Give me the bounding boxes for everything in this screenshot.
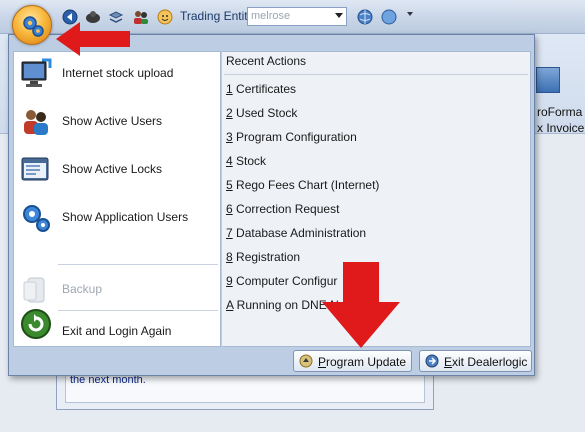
recent-item-key: 1 [226,82,233,96]
button-label: xit Dealerlogic [452,355,528,369]
recent-item-text: Program Configuration [232,130,357,144]
menu-item-label: Show Active Users [62,114,163,128]
recent-item-text: Correction Request [232,202,340,216]
ribbon-text-proforma: roForma [537,105,583,119]
lock-window-icon [21,157,49,181]
menu-item-label: Backup [62,282,103,296]
recent-item[interactable]: 4 Stock [226,154,266,168]
recent-actions-title: Recent Actions [226,54,307,68]
recent-item[interactable]: 7 Database Administration [226,226,366,240]
globe-icon[interactable] [357,9,373,25]
gears-icon [23,205,50,232]
monitor-upload-icon [21,58,52,87]
recent-item-key: 8 [226,250,233,264]
application-menu-button[interactable] [12,5,52,45]
recent-item[interactable]: 1 Certificates [226,82,296,96]
users-icon [24,110,48,135]
menu-item-show-application-users[interactable]: Show Application Users [14,196,220,240]
program-update-button[interactable]: Program Update [293,350,412,372]
update-icon [299,354,313,368]
recent-item-key: 2 [226,106,233,120]
recent-actions-divider [224,74,528,75]
recent-item-text: Database Administration [232,226,367,240]
exit-icon [425,354,439,368]
people-icon[interactable] [133,9,149,25]
menu-item-show-active-locks[interactable]: Show Active Locks [14,148,220,192]
proforma-invoice-icon[interactable] [536,67,560,93]
button-label: rogram Update [326,355,407,369]
exit-dealerlogic-button[interactable]: Exit Dealerlogic [419,350,532,372]
menu-item-exit-and-login-again[interactable]: Exit and Login Again [14,302,220,348]
recent-item-text: Rego Fees Chart (Internet) [232,178,380,192]
recent-item-key: 6 [226,202,233,216]
chevron-down-icon[interactable] [335,13,343,18]
ribbon-text-invoice: x Invoice [537,121,585,135]
circle-icon[interactable] [381,9,397,25]
recent-item-key: 3 [226,130,233,144]
recent-item[interactable]: 6 Correction Request [226,202,339,216]
button-accel-key: E [444,355,453,369]
recent-item-key: 7 [226,226,233,240]
menu-item-internet-stock-upload[interactable]: Internet stock upload [14,52,220,96]
recent-item-text: Used Stock [232,106,298,120]
trading-entity-value: melrose [251,10,291,22]
menu-commands: Internet stock upload Show Active Users … [13,51,221,347]
recent-item[interactable]: 9 Computer Configur [226,274,337,288]
button-accel-key: P [318,355,327,369]
recent-item-key: 4 [226,154,233,168]
face-icon[interactable] [157,9,173,25]
trading-entity-select[interactable]: melrose [247,7,347,26]
menu-item-label: Show Active Locks [62,162,163,176]
customize-toolbar-icon[interactable] [407,12,413,16]
recent-item-text: Certificates [232,82,297,96]
relogin-icon [21,309,51,339]
menu-item-show-active-users[interactable]: Show Active Users [14,100,220,144]
recent-item[interactable]: 3 Program Configuration [226,130,357,144]
menu-item-label: Exit and Login Again [62,324,172,338]
recent-item-text: Stock [232,154,267,168]
menu-item-label: Internet stock upload [62,66,174,80]
menu-separator [58,264,218,265]
recent-item[interactable]: 2 Used Stock [226,106,297,120]
annotation-arrow-left-icon [56,22,130,56]
application-menu: Internet stock upload Show Active Users … [8,34,535,376]
recent-item-text: Registration [232,250,301,264]
trading-entity-label: Trading Entity [180,9,254,23]
annotation-arrow-down-icon [322,262,400,348]
recent-item-key: 9 [226,274,233,288]
recent-item-key: 5 [226,178,233,192]
gears-icon [23,16,44,37]
recent-item[interactable]: 5 Rego Fees Chart (Internet) [226,178,379,192]
menu-item-label: Show Application Users [62,210,189,224]
recent-item[interactable]: 8 Registration [226,250,300,264]
